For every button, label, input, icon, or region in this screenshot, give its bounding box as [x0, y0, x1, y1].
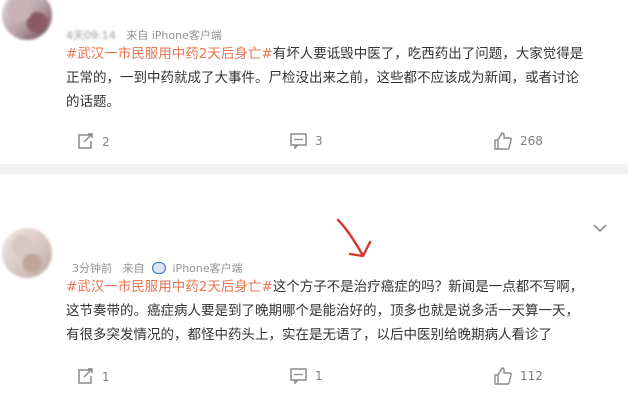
avatar[interactable] [2, 228, 52, 278]
repost-button[interactable]: 1 [76, 368, 110, 385]
comment-line-3: 有很多突发情况的，都怪中药头上，实在是无语了，以后中医别给晚期病人看诊了 [66, 327, 552, 343]
comment-text: 这个方子不是治疗癌症的吗？新闻是一点都不写啊， [272, 279, 584, 295]
like-count: 112 [520, 369, 543, 383]
comment-source: iPhone客户端 [172, 262, 243, 275]
reply-button[interactable]: 3 [290, 133, 323, 149]
hashtag-link[interactable]: #武汉一市民服用中药2天后身亡# [66, 46, 273, 62]
comment-card-1: 4天09:14 来自 iPhone客户端 #武汉一市民服用中药2天后身亡#有坏人… [0, 0, 628, 164]
comment-card-2: 3分钟前 来自 iPhone客户端 #武汉一市民服用中药2天后身亡#这个方子不是治… [0, 174, 628, 404]
hashtag-link[interactable]: #武汉一市民服用中药2天后身亡# [66, 279, 273, 295]
reply-count: 1 [315, 369, 323, 383]
avatar[interactable] [2, 0, 52, 40]
repost-count: 2 [102, 134, 110, 149]
comment-source: 来自 iPhone客户端 [126, 29, 222, 42]
repost-icon [78, 133, 93, 149]
comment-time: 4天09:14 [66, 29, 116, 42]
like-button[interactable]: 268 [494, 132, 543, 150]
reply-button[interactable]: 1 [290, 368, 323, 384]
repost-button[interactable]: 2 [76, 133, 110, 150]
comment-line-3: 的话题。 [66, 94, 120, 110]
comment-meta: 3分钟前 来自 iPhone客户端 [72, 260, 250, 276]
comment-text: 有坏人要诋毁中医了，吃西药出了问题，大家觉得是 [272, 46, 584, 62]
comment-icon [290, 368, 307, 384]
comment-line-2: 正常的，一到中药就成了大事件。尸检没出来之前，这些都不应该成为新闻，或者讨论 [66, 70, 579, 86]
comment-icon [290, 133, 307, 149]
repost-count: 1 [102, 369, 110, 384]
comment-meta: 4天09:14 来自 iPhone客户端 [66, 27, 229, 43]
comment-line-1: #武汉一市民服用中药2天后身亡#有坏人要诋毁中医了，吃西药出了问题，大家觉得是 [66, 43, 583, 65]
card-separator [0, 164, 628, 174]
reply-count: 3 [315, 134, 323, 148]
like-icon [494, 367, 512, 385]
comment-line-1: #武汉一市民服用中药2天后身亡#这个方子不是治疗癌症的吗？新闻是一点都不写啊， [66, 276, 583, 298]
like-icon [494, 132, 512, 150]
iphone-icon [151, 262, 166, 274]
repost-icon [78, 368, 93, 384]
chevron-down-icon[interactable] [592, 222, 608, 234]
like-count: 268 [520, 134, 543, 148]
like-button[interactable]: 112 [494, 367, 543, 385]
comment-time: 3分钟前 [72, 262, 112, 275]
comment-source-prefix: 来自 [122, 262, 145, 275]
red-arrow-annotation [336, 218, 372, 258]
comment-line-2: 这节奏带的。癌症病人要是到了晚期哪个是能治好的，顶多也就是说多活一天算一天， [66, 303, 579, 319]
